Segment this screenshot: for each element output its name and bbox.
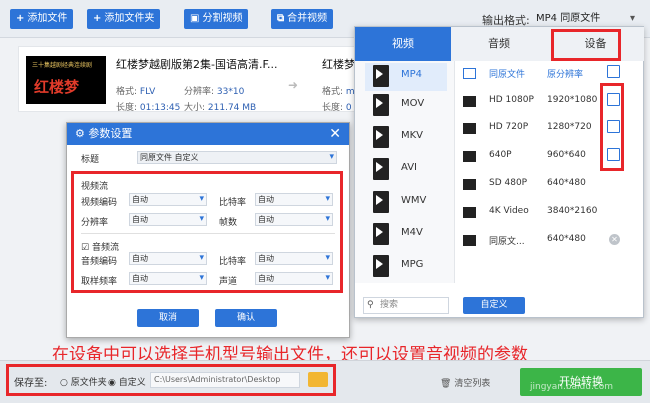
quality-row[interactable]: 同原文... 640*480 ✕ [459,228,637,254]
file-size: 大小: 211.74 MB [184,103,257,113]
video-file-icon [373,255,389,277]
output-format: 格式: m [322,87,355,97]
video-file-icon [373,191,389,213]
video-file-icon [373,94,389,116]
close-icon[interactable]: ✕ [329,123,341,145]
audio-stream-checkbox[interactable]: ☑ 音频流 [81,240,119,253]
radio-icon: ○ [60,378,68,388]
format-item-wmv[interactable]: WMV [365,189,447,217]
format-item-mkv[interactable]: MKV [365,124,447,152]
quality-row[interactable]: 4K Video 3840*2160 [459,200,637,226]
video-icon [463,96,476,107]
audio-codec-select[interactable]: 自动 [129,252,207,265]
format-item-mp4[interactable]: MP4 [365,63,447,91]
parameter-dialog: ⚙ 参数设置 ✕ 标题 同原文件 自定义 视频流 视频编码 自动 比特率 自动 … [66,122,350,338]
annotation-box [551,29,621,61]
cancel-button[interactable]: 取消 [137,309,199,327]
edit-icon[interactable] [607,65,620,78]
format-panel: 视频 音频 设备 MP4 MOV MKV AVI WMV M4V MPG 同原文… [354,26,644,318]
tab-audio[interactable]: 音频 [451,27,547,61]
gear-icon: ⚙ [75,127,89,140]
framerate-select[interactable]: 自动 [255,213,333,226]
radio-custom[interactable]: ◉ 自定义 [108,375,146,388]
file-format: 格式: FLV [116,87,156,97]
watermark: jingyan.baidu.com [530,382,614,392]
video-file-icon [373,65,389,87]
search-input[interactable]: ⚲ 搜索 [363,297,449,314]
trash-icon: 🗑 [440,379,452,389]
clear-list-button[interactable]: 🗑 清空列表 [440,376,490,389]
add-folder-button[interactable]: + 添加文件夹 [87,9,161,29]
save-path-input[interactable]: C:\Users\Administrator\Desktop [150,372,300,388]
file-name: 红楼梦越剧版第2集-国语高清.F... [116,58,278,71]
search-icon: ⚲ [367,300,374,310]
video-file-icon [373,126,389,148]
audio-bitrate-select[interactable]: 自动 [255,252,333,265]
split-video-button[interactable]: ▣ 分割视频 [184,9,249,29]
format-item-m4v[interactable]: M4V [365,221,447,249]
video-file-icon [373,223,389,245]
tab-video[interactable]: 视频 [355,27,451,61]
output-duration: 长度: 0 [322,103,352,113]
folder-icon[interactable] [308,372,328,387]
samplerate-select[interactable]: 自动 [129,272,207,285]
quality-row[interactable]: SD 480P 640*480 [459,172,637,198]
caption-input[interactable]: 同原文件 自定义 [137,151,337,164]
video-icon [463,235,476,246]
add-file-button[interactable]: + 添加文件 [10,9,74,29]
checkbox-icon: ☑ [81,243,90,253]
plus-icon: + [16,13,25,24]
video-thumbnail: 三十集越剧经典连续剧 红楼梦 [26,56,106,104]
format-item-mpg[interactable]: MPG [365,253,447,281]
delete-icon[interactable]: ✕ [609,234,620,245]
video-icon [463,179,476,190]
save-to-label: 保存至: [14,378,48,389]
file-duration: 长度: 01:13:45 [116,103,181,113]
plus-icon: + [93,13,102,24]
video-stream-label: 视频流 [81,182,109,192]
channel-select[interactable]: 自动 [255,272,333,285]
dialog-header: ⚙ 参数设置 [67,123,349,145]
divider [81,233,335,234]
format-item-avi[interactable]: AVI [365,156,447,184]
video-icon [463,151,476,162]
merge-video-button[interactable]: ⧉ 合并视频 [271,9,334,29]
radio-original-folder[interactable]: ○ 原文件夹 [60,375,107,388]
split-icon: ▣ [190,13,200,24]
output-file-name: 红楼梦 [322,58,355,71]
arrow-right-icon: ➜ [288,78,299,92]
video-bitrate-select[interactable]: 自动 [255,193,333,206]
merge-icon: ⧉ [277,13,285,24]
format-item-mov[interactable]: MOV [365,92,447,120]
confirm-button[interactable]: 确认 [215,309,277,327]
video-icon [463,207,476,218]
video-icon [463,68,476,79]
video-codec-select[interactable]: 自动 [129,193,207,206]
file-resolution: 分辨率: 33*10 [184,87,245,97]
annotation-box [600,83,624,171]
radio-checked-icon: ◉ [108,378,116,388]
custom-button[interactable]: 自定义 [463,297,525,314]
video-file-icon [373,158,389,180]
video-icon [463,123,476,134]
caption-label: 标题 [81,155,100,165]
resolution-select[interactable]: 自动 [129,213,207,226]
